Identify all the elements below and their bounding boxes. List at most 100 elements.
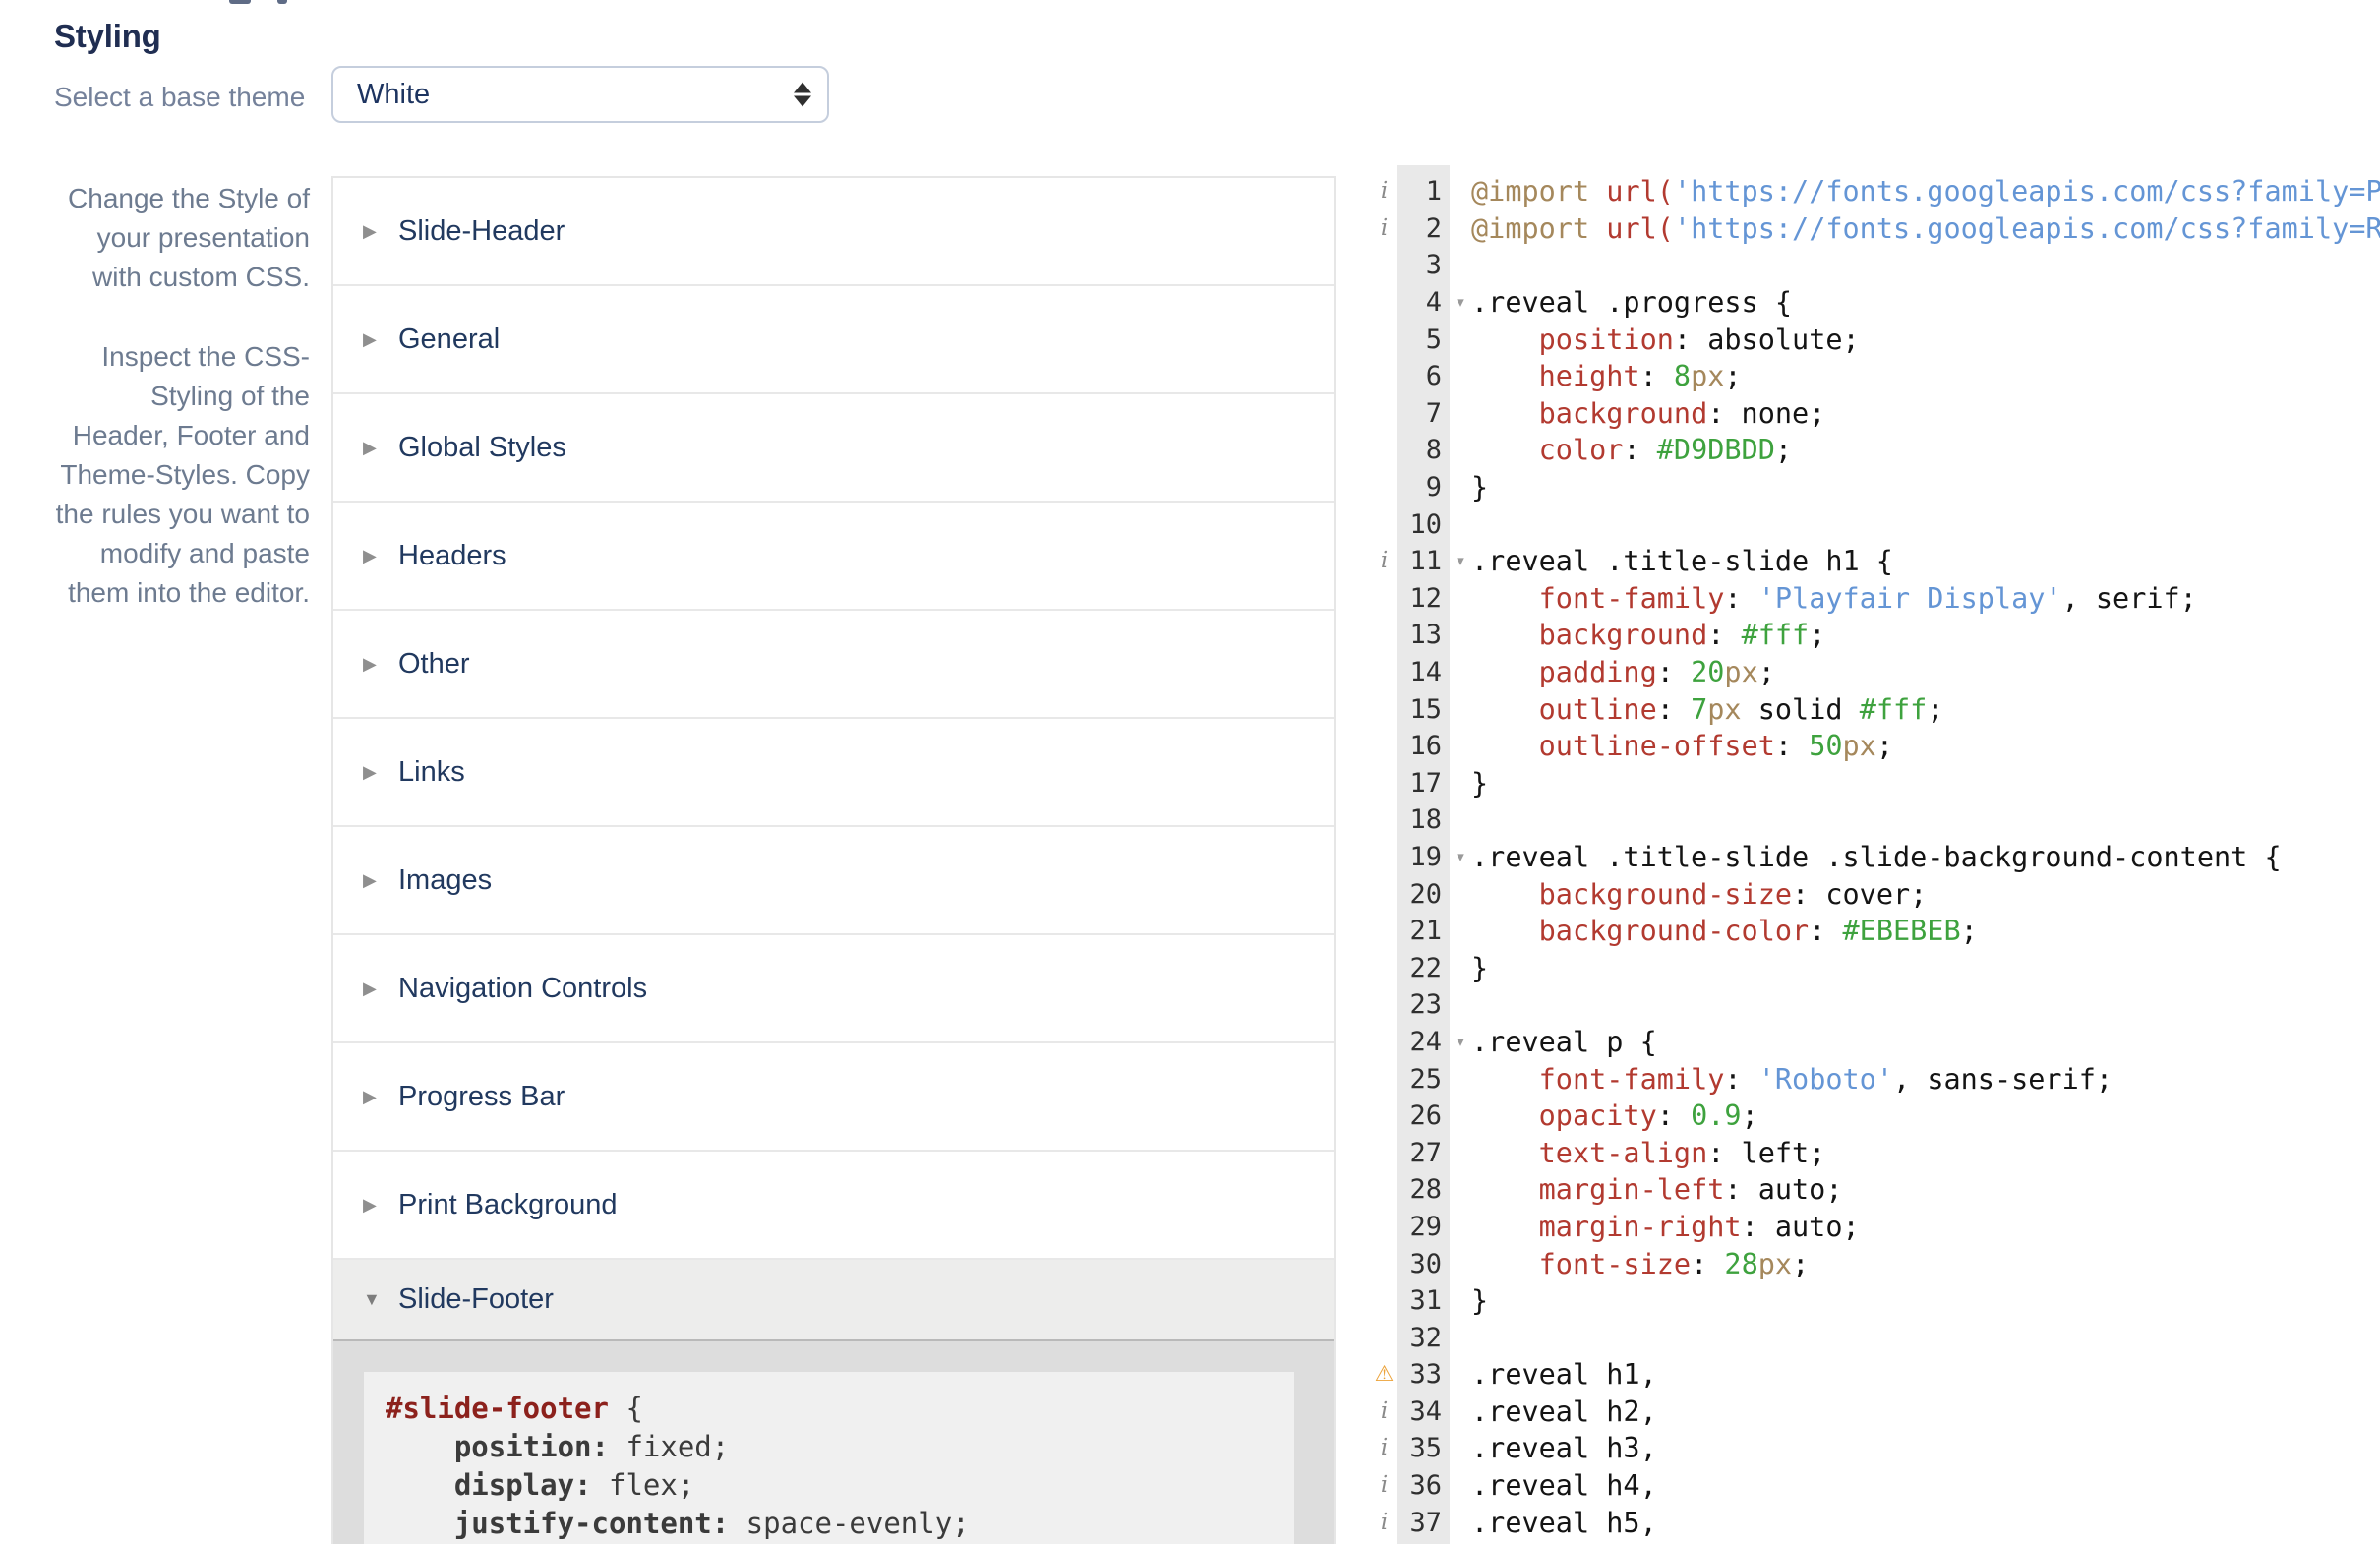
editor-lines: i1@import url('https://fonts.googleapis.… bbox=[1372, 173, 2380, 1541]
select-stepper-icon bbox=[794, 80, 811, 110]
info-icon[interactable]: i bbox=[1372, 550, 1397, 572]
editor-line[interactable]: 3 bbox=[1372, 247, 2380, 284]
styling-settings-page: Styling Select a base theme White Change… bbox=[0, 0, 2380, 1544]
editor-line[interactable]: 22} bbox=[1372, 949, 2380, 986]
editor-line[interactable]: 19▾.reveal .title-slide .slide-backgroun… bbox=[1372, 839, 2380, 876]
accordion-item-headers[interactable]: ▶Headers bbox=[333, 503, 1334, 611]
editor-line[interactable]: 25 font-family: 'Roboto', sans-serif; bbox=[1372, 1060, 2380, 1098]
editor-line[interactable]: 29 margin-right: auto; bbox=[1372, 1209, 2380, 1246]
editor-line[interactable]: i37.reveal h5, bbox=[1372, 1504, 2380, 1541]
editor-line[interactable]: 20 background-size: cover; bbox=[1372, 875, 2380, 913]
base-theme-label: Select a base theme bbox=[54, 82, 305, 113]
accordion-item-slide-footer[interactable]: ▼Slide-Footer bbox=[333, 1260, 1334, 1341]
slide-footer-css-panel: #slide-footer { position: fixed; display… bbox=[333, 1341, 1334, 1544]
code-text: .reveal h1, bbox=[1471, 1358, 2380, 1391]
editor-line[interactable]: ⚠33 .reveal h1, bbox=[1372, 1356, 2380, 1394]
info-icon[interactable]: i bbox=[1372, 1512, 1397, 1534]
info-icon[interactable]: i bbox=[1372, 217, 1397, 240]
slide-footer-css-code: #slide-footer { position: fixed; display… bbox=[364, 1372, 1294, 1544]
editor-line[interactable]: 4▾.reveal .progress { bbox=[1372, 284, 2380, 322]
line-number: 9 bbox=[1397, 472, 1450, 503]
line-number: 33 bbox=[1397, 1359, 1450, 1390]
code-text: outline-offset: 50px; bbox=[1471, 730, 2380, 762]
accordion-item-navigation-controls[interactable]: ▶Navigation Controls bbox=[333, 935, 1334, 1043]
editor-line[interactable]: 27 text-align: left; bbox=[1372, 1134, 2380, 1171]
line-number: 15 bbox=[1397, 694, 1450, 725]
editor-line[interactable]: i35.reveal h3, bbox=[1372, 1430, 2380, 1467]
editor-line[interactable]: 16 outline-offset: 50px; bbox=[1372, 728, 2380, 765]
editor-line[interactable]: 18 bbox=[1372, 802, 2380, 839]
editor-line[interactable]: 14 padding: 20px; bbox=[1372, 654, 2380, 691]
editor-line[interactable]: 17} bbox=[1372, 765, 2380, 802]
accordion-item-slide-header[interactable]: ▶Slide-Header bbox=[333, 178, 1334, 286]
editor-line[interactable]: 9} bbox=[1372, 469, 2380, 506]
info-icon[interactable]: i bbox=[1372, 180, 1397, 203]
chevron-right-icon: ▶ bbox=[363, 1195, 385, 1216]
editor-line[interactable]: i34.reveal h2, bbox=[1372, 1394, 2380, 1431]
accordion-item-label: Other bbox=[398, 648, 470, 681]
code-fold-icon[interactable]: ▾ bbox=[1450, 554, 1471, 568]
line-number: 18 bbox=[1397, 804, 1450, 835]
editor-line[interactable]: i2@import url('https://fonts.googleapis.… bbox=[1372, 210, 2380, 248]
code-text: height: 8px; bbox=[1471, 360, 2380, 392]
accordion-item-images[interactable]: ▶Images bbox=[333, 827, 1334, 935]
line-number: 3 bbox=[1397, 250, 1450, 280]
editor-line[interactable]: 23 bbox=[1372, 986, 2380, 1024]
editor-line[interactable]: 8 color: #D9DBDD; bbox=[1372, 432, 2380, 469]
line-number: 12 bbox=[1397, 583, 1450, 614]
warning-icon[interactable]: ⚠ bbox=[1372, 1364, 1397, 1386]
code-text: .reveal .progress { bbox=[1471, 286, 2380, 319]
editor-line[interactable]: 12 font-family: 'Playfair Display', seri… bbox=[1372, 580, 2380, 618]
code-text: @import url('https://fonts.googleapis.co… bbox=[1471, 175, 2380, 208]
line-number: 16 bbox=[1397, 731, 1450, 761]
editor-line[interactable]: i1@import url('https://fonts.googleapis.… bbox=[1372, 173, 2380, 210]
line-number: 21 bbox=[1397, 916, 1450, 946]
editor-line[interactable]: i11▾.reveal .title-slide h1 { bbox=[1372, 543, 2380, 580]
line-number: 6 bbox=[1397, 361, 1450, 391]
info-icon[interactable]: i bbox=[1372, 1400, 1397, 1423]
code-text: padding: 20px; bbox=[1471, 656, 2380, 688]
accordion-item-links[interactable]: ▶Links bbox=[333, 719, 1334, 827]
code-fold-icon[interactable]: ▾ bbox=[1450, 295, 1471, 310]
accordion-item-general[interactable]: ▶General bbox=[333, 286, 1334, 394]
css-code-editor[interactable]: i1@import url('https://fonts.googleapis.… bbox=[1372, 165, 2380, 1544]
accordion-item-print-background[interactable]: ▶Print Background bbox=[333, 1152, 1334, 1260]
code-text: .reveal h5, bbox=[1471, 1507, 2380, 1539]
accordion-item-global-styles[interactable]: ▶Global Styles bbox=[333, 394, 1334, 503]
accordion-item-label: Navigation Controls bbox=[398, 973, 647, 1005]
editor-line[interactable]: 28 margin-left: auto; bbox=[1372, 1171, 2380, 1209]
editor-line[interactable]: i36.reveal h4, bbox=[1372, 1467, 2380, 1505]
line-number: 7 bbox=[1397, 398, 1450, 429]
editor-line[interactable]: 6 height: 8px; bbox=[1372, 358, 2380, 395]
editor-line[interactable]: 7 background: none; bbox=[1372, 395, 2380, 433]
editor-line[interactable]: 30 font-size: 28px; bbox=[1372, 1245, 2380, 1282]
editor-line[interactable]: 13 background: #fff; bbox=[1372, 617, 2380, 654]
line-number: 28 bbox=[1397, 1174, 1450, 1205]
line-number: 24 bbox=[1397, 1027, 1450, 1057]
editor-line[interactable]: 24▾.reveal p { bbox=[1372, 1024, 2380, 1061]
base-theme-select[interactable]: White bbox=[331, 66, 829, 123]
info-icon[interactable]: i bbox=[1372, 1474, 1397, 1497]
editor-line[interactable]: 5 position: absolute; bbox=[1372, 321, 2380, 358]
accordion-item-progress-bar[interactable]: ▶Progress Bar bbox=[333, 1043, 1334, 1152]
editor-line[interactable]: 10 bbox=[1372, 505, 2380, 543]
code-text: background-size: cover; bbox=[1471, 878, 2380, 911]
info-icon[interactable]: i bbox=[1372, 1437, 1397, 1459]
line-number: 26 bbox=[1397, 1100, 1450, 1131]
editor-line[interactable]: 31} bbox=[1372, 1282, 2380, 1320]
line-number: 5 bbox=[1397, 325, 1450, 355]
accordion-item-other[interactable]: ▶Other bbox=[333, 611, 1334, 719]
editor-line[interactable]: 15 outline: 7px solid #fff; bbox=[1372, 690, 2380, 728]
code-text: font-family: 'Roboto', sans-serif; bbox=[1471, 1063, 2380, 1096]
line-number: 8 bbox=[1397, 435, 1450, 465]
accordion-item-label: Links bbox=[398, 756, 465, 789]
accordion-item-label: Slide-Footer bbox=[398, 1283, 554, 1316]
code-fold-icon[interactable]: ▾ bbox=[1450, 850, 1471, 864]
accordion-item-label: Images bbox=[398, 864, 492, 897]
editor-line[interactable]: 26 opacity: 0.9; bbox=[1372, 1098, 2380, 1135]
code-text: background: #fff; bbox=[1471, 619, 2380, 651]
code-fold-icon[interactable]: ▾ bbox=[1450, 1035, 1471, 1049]
code-text: outline: 7px solid #fff; bbox=[1471, 693, 2380, 726]
editor-line[interactable]: 21 background-color: #EBEBEB; bbox=[1372, 913, 2380, 950]
editor-line[interactable]: 32 bbox=[1372, 1319, 2380, 1356]
